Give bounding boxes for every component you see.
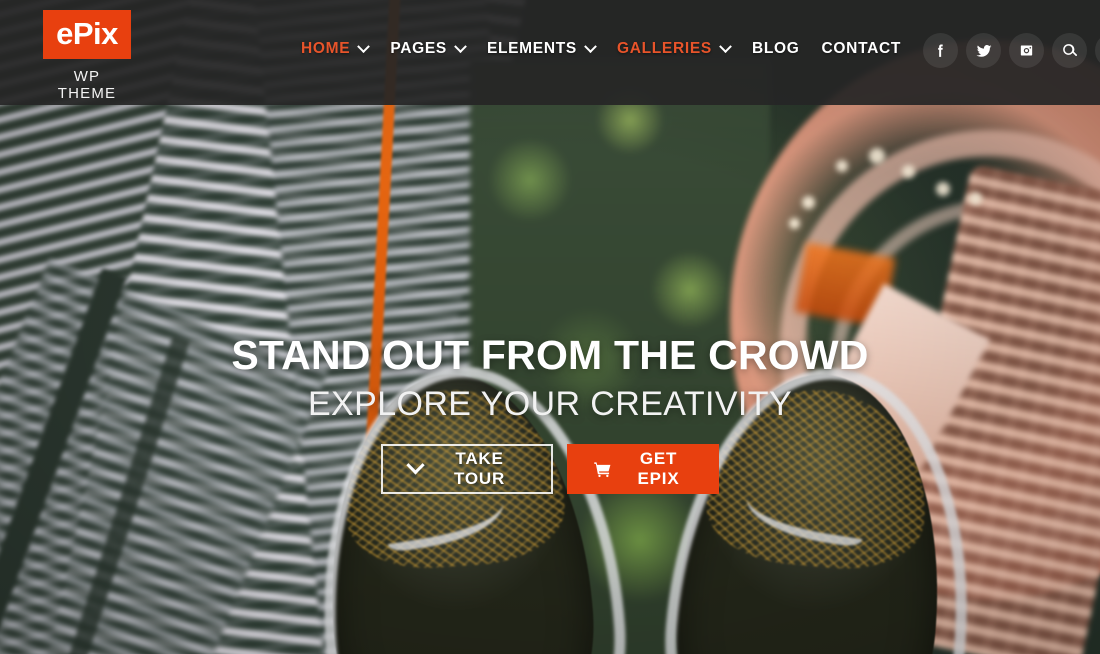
search-button[interactable] (1052, 33, 1088, 68)
nav-item-pages[interactable]: PAGES (390, 39, 467, 58)
nav-item-label: CONTACT (821, 40, 902, 57)
nav-item-elements[interactable]: ELEMENTS (486, 39, 597, 58)
hero-subtitle: EXPLORE YOUR CREATIVITY (307, 385, 793, 423)
chevron-down-icon (584, 39, 597, 53)
nav-item-label: HOME (301, 40, 351, 57)
logo-badge: ePix (43, 10, 131, 59)
get-epix-button-label: GET EPIX (637, 449, 680, 488)
nav-item-blog[interactable]: BLOG (752, 40, 800, 58)
take-tour-button[interactable]: TAKE TOUR (381, 444, 553, 494)
chevron-down-icon (357, 39, 371, 53)
get-epix-button[interactable]: GET EPIX (567, 444, 719, 494)
site-header: ePix WP THEME HOME PAGES ELEMENTS GALLER… (0, 0, 1100, 105)
facebook-icon (938, 44, 943, 57)
facebook-button[interactable] (923, 33, 959, 68)
chevron-down-icon (406, 455, 425, 476)
twitter-icon (976, 44, 992, 57)
instagram-icon (1020, 45, 1033, 56)
instagram-button[interactable] (1009, 33, 1045, 68)
nav-item-label: BLOG (751, 40, 800, 57)
nav-item-home[interactable]: HOME (301, 39, 371, 58)
twitter-button[interactable] (966, 33, 1002, 68)
nav-item-galleries[interactable]: GALLERIES (616, 39, 732, 58)
nav-item-label: PAGES (390, 40, 447, 57)
chevron-down-icon (454, 39, 467, 53)
hero-cta-group: TAKE TOUR GET EPIX (0, 444, 1100, 494)
cart-icon (593, 460, 612, 479)
search-icon (1063, 44, 1078, 56)
nav-item-contact[interactable]: CONTACT (822, 40, 902, 58)
hero-title: STAND OUT FROM THE CROWD (231, 332, 869, 378)
nav-item-label: GALLERIES (616, 40, 712, 57)
chevron-down-icon (719, 39, 732, 53)
logo[interactable]: ePix WP THEME (43, 10, 131, 102)
nav-item-label: ELEMENTS (486, 40, 577, 57)
take-tour-button-label: TAKE TOUR (453, 449, 506, 488)
main-navigation: HOME PAGES ELEMENTS GALLERIES BLOG CONTA… (301, 39, 923, 58)
social-icon-bar (923, 33, 1100, 68)
logo-text: ePix (56, 16, 118, 51)
logo-subtitle: WP THEME (57, 68, 117, 102)
cart-button[interactable] (1095, 33, 1100, 68)
